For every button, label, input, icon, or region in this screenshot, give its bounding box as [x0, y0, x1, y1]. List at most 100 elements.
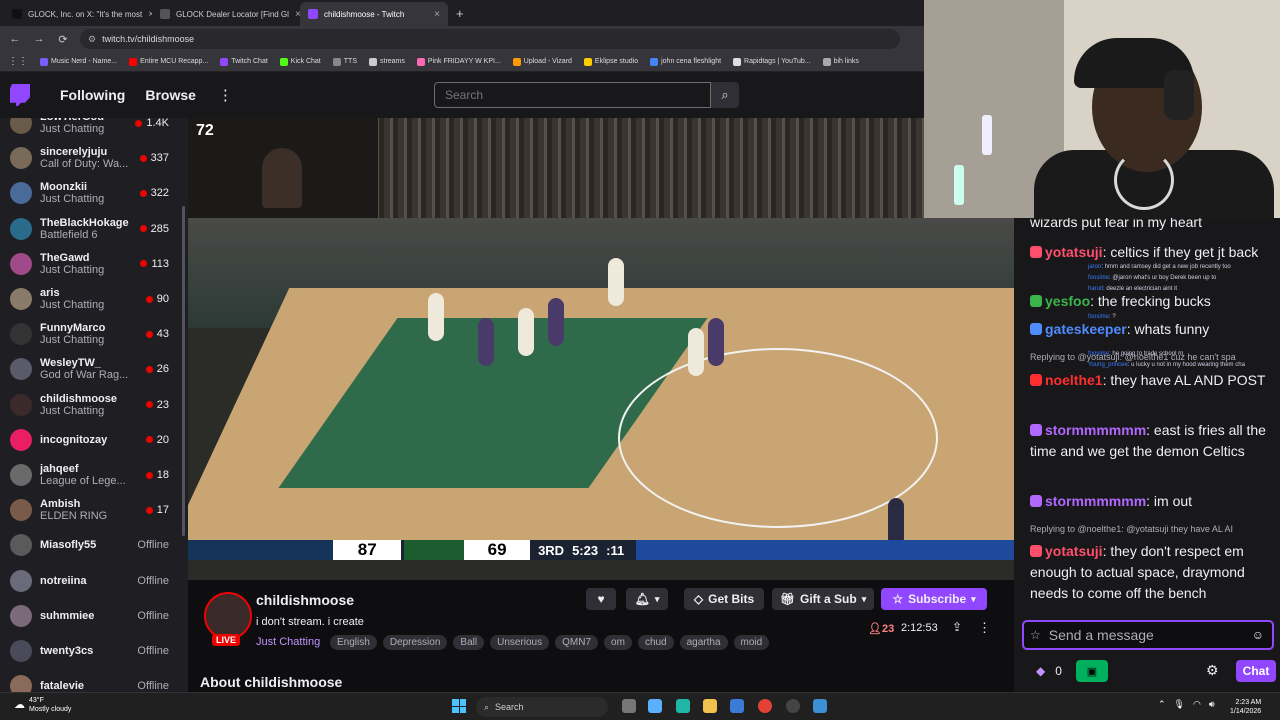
sidebar-channel[interactable]: TheGawd Just Chatting 113 — [0, 247, 188, 281]
stream-tag[interactable]: Depression — [382, 635, 448, 650]
chat-username[interactable]: yesfoo — [1045, 293, 1090, 309]
chat-username[interactable]: stormmmmmm — [1045, 493, 1146, 509]
sidebar-channel[interactable]: twenty3cs Offline — [0, 634, 188, 668]
sidebar-channel[interactable]: suhmmiee Offline — [0, 599, 188, 633]
chevron-up-icon[interactable]: ⌃ — [1158, 699, 1166, 710]
chat-username[interactable]: stormmmmmm — [1045, 422, 1146, 438]
browser-tab[interactable]: GLOCK, Inc. on X: "It's the most × — [4, 2, 152, 26]
apps-grid-icon[interactable]: ⋮⋮ — [8, 56, 28, 67]
streamer-avatar[interactable] — [204, 592, 252, 640]
bookmark-item[interactable]: Pink FRIDAYY W KPI... — [416, 57, 501, 66]
bookmark-item[interactable]: Rapidtags | YouTub... — [733, 57, 811, 66]
site-info-icon[interactable]: ⚙ — [88, 34, 96, 45]
chat-username[interactable]: gateskeeper — [1045, 321, 1127, 337]
chat-badge-icon[interactable] — [1030, 424, 1042, 436]
chat-badge-icon[interactable] — [1030, 374, 1042, 386]
gift-sub-button[interactable]: 🎁︎ Gift a Sub ▾ — [772, 588, 874, 610]
notifications-button[interactable]: 🔔︎ ▾ — [626, 588, 668, 610]
sidebar-channel[interactable]: FunnyMarco Just Chatting 43 — [0, 317, 188, 351]
sidebar-channel[interactable]: jahqeef League of Lege... 18 — [0, 458, 188, 492]
sidebar-channel[interactable]: fatalevie Offline — [0, 669, 188, 692]
copilot-icon[interactable] — [648, 699, 662, 713]
chat-input[interactable]: ☆ Send a message ☺ — [1022, 620, 1274, 650]
bookmark-item[interactable]: Upload - Vizard — [512, 57, 572, 66]
reload-icon[interactable]: ⟳ — [56, 33, 70, 46]
obs-icon[interactable] — [786, 699, 800, 713]
bookmark-item[interactable]: bih links — [822, 57, 859, 66]
url-field[interactable]: ⚙ twitch.tv/childishmoose — [80, 29, 900, 49]
sidebar-channel[interactable]: Moonzkii Just Chatting 322 — [0, 176, 188, 210]
close-icon[interactable]: × — [434, 9, 440, 20]
browser-tab[interactable]: GLOCK Dealer Locator [Find Gl × — [152, 2, 300, 26]
sidebar-channel[interactable]: incognitozay 20 — [0, 423, 188, 457]
sidebar-channel[interactable]: Miasofly55 Offline — [0, 528, 188, 562]
bookmark-item[interactable]: Entire MCU Recapp... — [129, 57, 208, 66]
edge-icon[interactable] — [676, 699, 690, 713]
sidebar-channel[interactable]: Ambish ELDEN RING 17 — [0, 493, 188, 527]
forward-icon[interactable]: → — [32, 33, 46, 45]
twitch-logo-icon[interactable] — [10, 84, 30, 106]
wifi-icon[interactable]: ◠ — [1193, 699, 1201, 710]
sidebar-channel[interactable]: LowTierGod Just Chatting 1.4K — [0, 118, 188, 140]
points-reward-button[interactable]: ▣ — [1076, 660, 1108, 682]
sidebar-channel[interactable]: TheBlackHokage Battlefield 6 285 — [0, 212, 188, 246]
bookmark-item[interactable]: streams — [369, 57, 405, 66]
sidebar-channel[interactable]: aris Just Chatting 90 — [0, 282, 188, 316]
stream-tag[interactable]: Ball — [453, 635, 485, 650]
taskbar-search[interactable]: ⌕ Search — [476, 697, 608, 717]
stream-tag[interactable]: om — [604, 635, 632, 650]
chat-badge-icon[interactable] — [1030, 545, 1042, 557]
bookmark-item[interactable]: Music Nerd - Name... — [40, 57, 117, 66]
mic-icon[interactable]: 🎙︎ — [1174, 699, 1185, 710]
stream-tag[interactable]: English — [330, 635, 377, 650]
chat-badge-icon[interactable] — [1030, 323, 1042, 335]
start-button[interactable] — [452, 699, 466, 713]
search-input[interactable] — [434, 82, 711, 108]
chat-settings-icon[interactable]: ⚙ — [1206, 662, 1219, 679]
more-options-icon[interactable]: ⋮ — [218, 86, 233, 104]
subscribe-button[interactable]: ☆ Subscribe ▾ — [881, 588, 987, 610]
chat-username[interactable]: yotatsuji — [1045, 244, 1103, 260]
weather-widget[interactable]: ☁ 43°F Mostly cloudy — [14, 696, 71, 714]
chat-username[interactable]: noelthe1 — [1045, 372, 1103, 388]
chat-send-button[interactable]: Chat — [1236, 660, 1276, 682]
new-tab-button[interactable]: + — [448, 6, 472, 26]
bookmark-item[interactable]: Kick Chat — [279, 57, 321, 66]
search-button[interactable]: ⌕ — [711, 82, 739, 108]
browser-tab[interactable]: childishmoose - Twitch × — [300, 2, 448, 26]
clock[interactable]: 2:23 AM 1/14/2026 — [1230, 698, 1261, 716]
sidebar-channel[interactable]: childishmoose Just Chatting 23 — [0, 388, 188, 422]
nav-following[interactable]: Following — [60, 87, 125, 103]
store-icon[interactable] — [730, 699, 744, 713]
task-view-icon[interactable] — [622, 699, 636, 713]
stream-tag[interactable]: Unserious — [490, 635, 550, 650]
chrome-icon[interactable] — [758, 699, 772, 713]
stream-category[interactable]: Just Chatting — [256, 636, 320, 648]
back-icon[interactable]: ← — [8, 33, 22, 45]
chat-badge-icon[interactable] — [1030, 495, 1042, 507]
more-options-icon[interactable]: ⋮ — [978, 620, 991, 636]
stream-tag[interactable]: moid — [733, 635, 770, 650]
sidebar-channel[interactable]: sincerelyjuju Call of Duty: Wa... 337 — [0, 141, 188, 175]
stream-tag[interactable]: chud — [637, 635, 674, 650]
sidebar-channel[interactable]: WesleyTW_ God of War Rag... 26 — [0, 352, 188, 386]
streamer-name[interactable]: childishmoose — [256, 592, 354, 608]
get-bits-button[interactable]: ◇ Get Bits — [684, 588, 764, 610]
chat-badge-icon[interactable] — [1030, 295, 1042, 307]
chat-reply-header[interactable]: Replying to @noelthe1: @yotatsuji they h… — [1030, 524, 1280, 534]
share-icon[interactable]: ⇪ — [952, 620, 962, 634]
system-tray[interactable]: ⌃ 🎙︎ ◠ 🔊︎ — [1158, 699, 1215, 710]
bits-icon[interactable]: ☆ — [1030, 628, 1041, 642]
volume-icon[interactable]: 🔊︎ — [1209, 699, 1215, 710]
file-explorer-icon[interactable] — [703, 699, 717, 713]
chat-badge-icon[interactable] — [1030, 246, 1042, 258]
follow-button[interactable]: ♥ — [586, 588, 616, 610]
stream-tag[interactable]: agartha — [679, 635, 728, 650]
chat-username[interactable]: yotatsuji — [1045, 543, 1103, 559]
bookmark-item[interactable]: john cena fleshlight — [650, 57, 721, 66]
nav-browse[interactable]: Browse — [145, 87, 196, 103]
bookmark-item[interactable]: Twitch Chat — [220, 57, 268, 66]
video-player[interactable]: 72 87 69 3RD 5:23 :11 — [188, 118, 1014, 580]
stream-tag[interactable]: QMN7 — [555, 635, 599, 650]
channel-points[interactable]: ◆ 0 — [1036, 664, 1062, 678]
